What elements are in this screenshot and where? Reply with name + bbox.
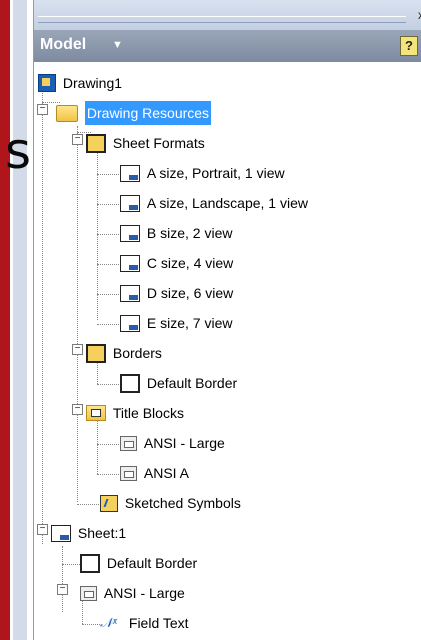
collapse-title-blocks[interactable]: − — [72, 404, 83, 415]
tree-label: Drawing1 — [62, 75, 123, 92]
tree-label: Title Blocks — [112, 405, 184, 422]
borders-folder-icon — [86, 343, 106, 363]
panel-header: Model ▼ ? — [34, 30, 421, 62]
tree-node-title-blocks[interactable]: Title Blocks — [86, 400, 184, 424]
title-block-icon — [120, 435, 137, 451]
tree-node-sheet-format[interactable]: E size, 7 view — [120, 310, 232, 334]
background-glyph: s — [5, 122, 32, 180]
tree-label: D size, 6 view — [146, 285, 234, 302]
tree-node-drawing-resources[interactable]: Drawing Resources — [56, 100, 212, 126]
collapse-sheet-formats[interactable]: − — [72, 134, 83, 145]
collapse-borders[interactable]: − — [72, 344, 83, 355]
collapse-drawing-resources[interactable]: − — [37, 104, 48, 115]
drag-grip[interactable] — [38, 16, 406, 23]
border-icon — [80, 553, 100, 573]
tree-label: Sheet Formats — [112, 135, 205, 152]
tree-label: ANSI - Large — [103, 585, 185, 602]
tree-label: E size, 7 view — [146, 315, 233, 332]
title-block-icon — [120, 465, 137, 481]
title-block-icon — [80, 585, 97, 601]
sheet-icon — [120, 314, 140, 332]
sheet-icon — [120, 194, 140, 212]
tree-node-sheet-format[interactable]: D size, 6 view — [120, 280, 233, 304]
tree-label: Sketched Symbols — [124, 495, 241, 512]
model-browser-panel: x Model ▼ ? − − − − − − Drawing1 Drawing… — [33, 0, 421, 640]
tree-label: ANSI A — [143, 465, 190, 482]
sketched-symbols-icon — [100, 494, 118, 512]
collapse-sheet[interactable]: − — [37, 524, 48, 535]
tree-label: C size, 4 view — [146, 255, 234, 272]
sheet-format-folder-icon — [86, 133, 106, 153]
tree-node-title-block[interactable]: ANSI - Large — [120, 430, 225, 454]
tree-node-sheet-format[interactable]: A size, Landscape, 1 view — [120, 190, 308, 214]
panel-title[interactable]: Model — [40, 36, 86, 54]
tree-label: Sheet:1 — [77, 525, 127, 542]
drawing-icon — [38, 74, 56, 93]
tree-node-sheet-default-border[interactable]: Default Border — [80, 550, 197, 574]
tree-node-sheet-format[interactable]: C size, 4 view — [120, 250, 233, 274]
tree-label-selected: Drawing Resources — [84, 101, 212, 126]
background-panel: s — [5, 0, 33, 640]
tree-node-sheet-title-block[interactable]: ANSI - Large — [80, 580, 185, 604]
field-text-icon: 𝒩ˣ — [100, 615, 117, 631]
folder-icon — [56, 104, 78, 122]
chevron-down-icon[interactable]: ▼ — [112, 39, 123, 51]
title-blocks-folder-icon — [86, 405, 106, 422]
tree-node-sheet-format[interactable]: B size, 2 view — [120, 220, 232, 244]
sheet-icon — [120, 284, 140, 302]
tree-label: ANSI - Large — [143, 435, 225, 452]
sheet-icon — [51, 524, 71, 542]
tree-label: B size, 2 view — [146, 225, 233, 242]
tree-node-borders[interactable]: Borders — [86, 340, 162, 364]
tree-node-sheet1[interactable]: Sheet:1 — [51, 520, 126, 544]
tree-label: Default Border — [106, 555, 198, 572]
tree-label: A size, Portrait, 1 view — [146, 165, 285, 182]
sheet-icon — [120, 254, 140, 272]
tree-node-field-text[interactable]: 𝒩ˣ Field Text — [100, 610, 189, 634]
background-strip — [13, 0, 27, 640]
tree-node-default-border[interactable]: Default Border — [120, 370, 237, 394]
panel-topbar: x — [34, 0, 421, 30]
tree-node-title-block[interactable]: ANSI A — [120, 460, 189, 484]
browser-tree: − − − − − − Drawing1 Drawing Resources S… — [34, 62, 421, 640]
tree-label: Field Text — [128, 615, 189, 632]
tree-node-sheet-format[interactable]: A size, Portrait, 1 view — [120, 160, 285, 184]
help-icon[interactable]: ? — [400, 36, 418, 56]
tree-label: A size, Landscape, 1 view — [146, 195, 308, 212]
sheet-icon — [120, 224, 140, 242]
tree-label: Borders — [112, 345, 162, 362]
tree-node-sheet-formats[interactable]: Sheet Formats — [86, 130, 205, 154]
sheet-icon — [120, 164, 140, 182]
tree-node-sketched-symbols[interactable]: Sketched Symbols — [100, 490, 241, 514]
collapse-ansi-large[interactable]: − — [57, 584, 68, 595]
tree-label: Default Border — [146, 375, 238, 392]
border-icon — [120, 373, 140, 393]
tree-node-drawing1[interactable]: Drawing1 — [38, 70, 122, 94]
